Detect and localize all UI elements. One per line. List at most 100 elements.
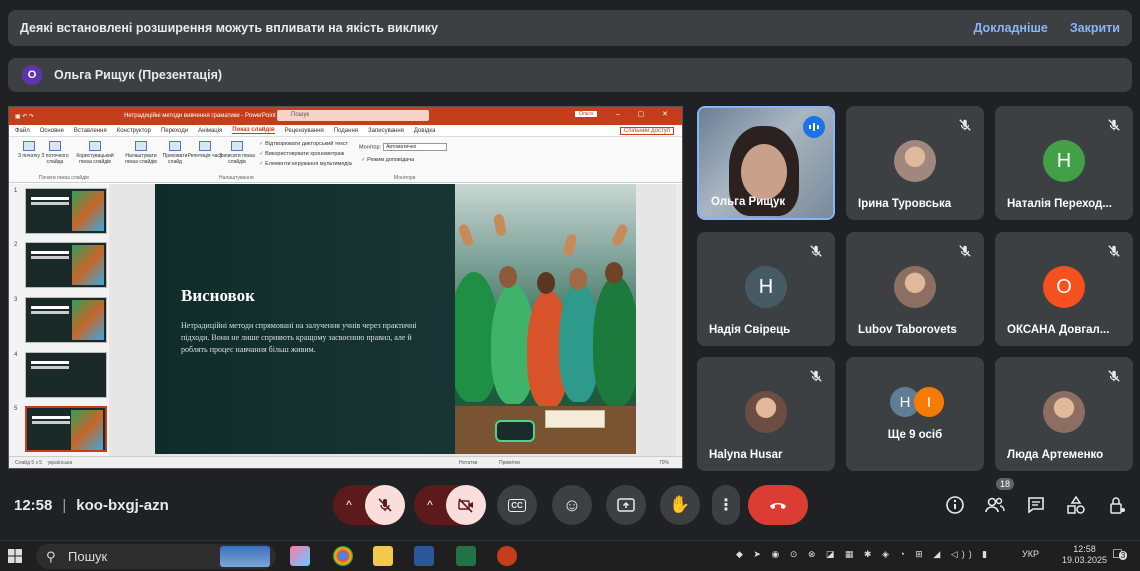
leave-call-button[interactable] xyxy=(748,485,808,525)
slide-thumbnails: 1 2 3 4 5 xyxy=(9,184,109,458)
participant-name: Надія Свірець xyxy=(709,324,791,336)
participant-name: Ірина Туровська xyxy=(858,198,952,210)
presenter-label: Ольга Рищук (Презентація) xyxy=(54,68,223,82)
tray-icons[interactable]: ◆ ➤ ◉ ⊙ ⊗ ◪ ▦ ✱ ◈ ◔ ⊞ ◢ ◁)) ▮ xyxy=(736,549,991,560)
learn-more-link[interactable]: Докладніше xyxy=(974,21,1048,35)
banner-message: Деякі встановлені розширення можуть впли… xyxy=(20,21,438,35)
group-monitors: Монітори xyxy=(394,175,416,181)
participant-tile[interactable]: Н Наталія Переход... xyxy=(995,106,1133,220)
presenter-avatar: О xyxy=(22,65,42,85)
word-icon[interactable] xyxy=(414,546,434,566)
chat-button[interactable] xyxy=(1023,492,1049,518)
camera-control[interactable]: ^ xyxy=(414,485,486,525)
check-presenter-view: Режим доповідача xyxy=(361,157,414,163)
close-banner-button[interactable]: Закрити xyxy=(1070,21,1120,35)
people-icon xyxy=(985,497,1005,513)
check-media-controls: Елементи керування мультимедіа xyxy=(259,161,352,167)
participant-tile[interactable]: Ірина Туровська xyxy=(846,106,984,220)
windows-start-icon[interactable] xyxy=(8,549,22,563)
extensions-warning-banner: Деякі встановлені розширення можуть впли… xyxy=(8,10,1132,46)
participant-avatar xyxy=(894,140,936,182)
mic-options-chevron-icon[interactable]: ^ xyxy=(333,498,365,512)
group-start: Почати показ слайдів xyxy=(39,175,89,181)
mic-off-icon xyxy=(1107,369,1123,385)
slide-thumbnail xyxy=(25,242,107,288)
camera-options-chevron-icon[interactable]: ^ xyxy=(414,498,446,512)
raise-hand-button[interactable]: ✋ xyxy=(660,485,700,525)
participant-name: Люда Артеменко xyxy=(1007,449,1104,461)
camera-off-icon[interactable] xyxy=(446,485,486,525)
participant-tile[interactable]: Ольга Рищук xyxy=(697,106,835,220)
mic-control[interactable]: ^ xyxy=(333,485,405,525)
meeting-time: 12:58 xyxy=(14,497,53,514)
host-controls-button[interactable] xyxy=(1104,492,1130,518)
shapes-icon xyxy=(1067,495,1085,514)
check-timings: Використовувати хронометраж xyxy=(259,151,344,157)
participant-tile[interactable]: Н І Ще 9 осіб xyxy=(846,357,984,471)
slide-thumbnail-selected xyxy=(25,406,107,452)
participant-tile[interactable]: О ОКСАНА Довгал... xyxy=(995,232,1133,346)
participant-tile[interactable]: Halyna Husar xyxy=(697,357,835,471)
file-explorer-icon[interactable] xyxy=(373,546,393,566)
more-options-button[interactable]: ⋮ xyxy=(712,485,740,525)
powerpoint-titlebar: ▣ ↶ ↷ Нетрадиційні методи вивчення грама… xyxy=(9,107,682,125)
ppt-menu-item: Конструктор xyxy=(116,127,151,134)
reactions-button[interactable]: ☺ xyxy=(552,485,592,525)
participant-name: ОКСАНА Довгал... xyxy=(1007,324,1110,336)
notifications-icon[interactable]: ☐3 xyxy=(1112,547,1128,561)
thumb-number: 2 xyxy=(14,242,18,248)
current-slide: Висновок Нетрадиційні методи спрямовані … xyxy=(155,184,636,454)
save-icon: ▣ ↶ ↷ xyxy=(15,113,35,120)
slide-thumbnail xyxy=(25,297,107,343)
students-photo xyxy=(455,184,636,454)
document-title: Нетрадиційні методи вивчення граматики -… xyxy=(124,113,276,119)
copilot-icon[interactable] xyxy=(290,546,310,566)
hang-up-icon xyxy=(770,503,786,509)
taskbar-search[interactable]: ⚲ Пошук xyxy=(36,544,276,569)
input-language[interactable]: УКР xyxy=(1022,549,1039,559)
activities-button[interactable] xyxy=(1063,492,1089,518)
search-icon: ⚲ xyxy=(46,549,56,564)
participant-avatar: О xyxy=(1043,266,1085,308)
participant-name: Halyna Husar xyxy=(709,449,783,461)
thumb-number: 4 xyxy=(14,352,18,358)
more-vert-icon: ⋮ xyxy=(718,497,734,514)
ribbon-record: Записати показ слайдів xyxy=(217,141,257,165)
meeting-details-button[interactable] xyxy=(942,492,968,518)
check-narration: Відтворювати дикторський текст xyxy=(259,141,348,147)
participant-tile[interactable]: Н Надія Свірець xyxy=(697,232,835,346)
powerpoint-icon[interactable] xyxy=(497,546,517,566)
mic-off-icon xyxy=(958,244,974,260)
excel-icon[interactable] xyxy=(456,546,476,566)
mic-off-icon xyxy=(1107,244,1123,260)
powerpoint-search: Пошук xyxy=(277,110,429,121)
chrome-icon[interactable] xyxy=(333,546,353,566)
participant-name: Наталія Переход... xyxy=(1007,198,1112,210)
powerpoint-statusbar: Слайд 5 з 5 українська Нотатки Примітки … xyxy=(9,456,682,468)
ppt-menu-item: Показ слайдів xyxy=(232,127,275,134)
emoji-icon: ☺ xyxy=(562,494,582,515)
slide-title: Висновок xyxy=(181,286,255,305)
ppt-share-button: Спільний доступ xyxy=(619,126,674,135)
participant-tile[interactable]: Lubov Taborovets xyxy=(846,232,984,346)
info-icon xyxy=(946,496,964,514)
present-screen-icon xyxy=(617,498,635,512)
present-button[interactable] xyxy=(606,485,646,525)
thumb-number: 3 xyxy=(14,297,18,303)
people-button[interactable] xyxy=(982,492,1008,518)
mic-off-icon[interactable] xyxy=(365,485,405,525)
speaking-indicator-icon xyxy=(803,116,825,138)
captions-button[interactable]: CC xyxy=(497,485,537,525)
hand-icon: ✋ xyxy=(669,495,691,514)
ppt-menu-item: Довідка xyxy=(413,127,436,134)
participant-avatar xyxy=(1043,391,1085,433)
participant-name: Lubov Taborovets xyxy=(858,324,957,336)
monitor-select: Монітор: Автоматично xyxy=(359,143,448,151)
participant-tile[interactable]: Люда Артеменко xyxy=(995,357,1133,471)
ppt-menu-item: Файл xyxy=(15,127,30,134)
people-count-badge: 18 xyxy=(996,478,1015,490)
ppt-menu-item: Записування xyxy=(368,127,404,134)
ppt-menu-item: Вставлення xyxy=(73,127,107,134)
slide-thumbnail xyxy=(25,352,107,398)
taskbar-clock[interactable]: 12:58 19.03.2025 xyxy=(1062,544,1107,566)
